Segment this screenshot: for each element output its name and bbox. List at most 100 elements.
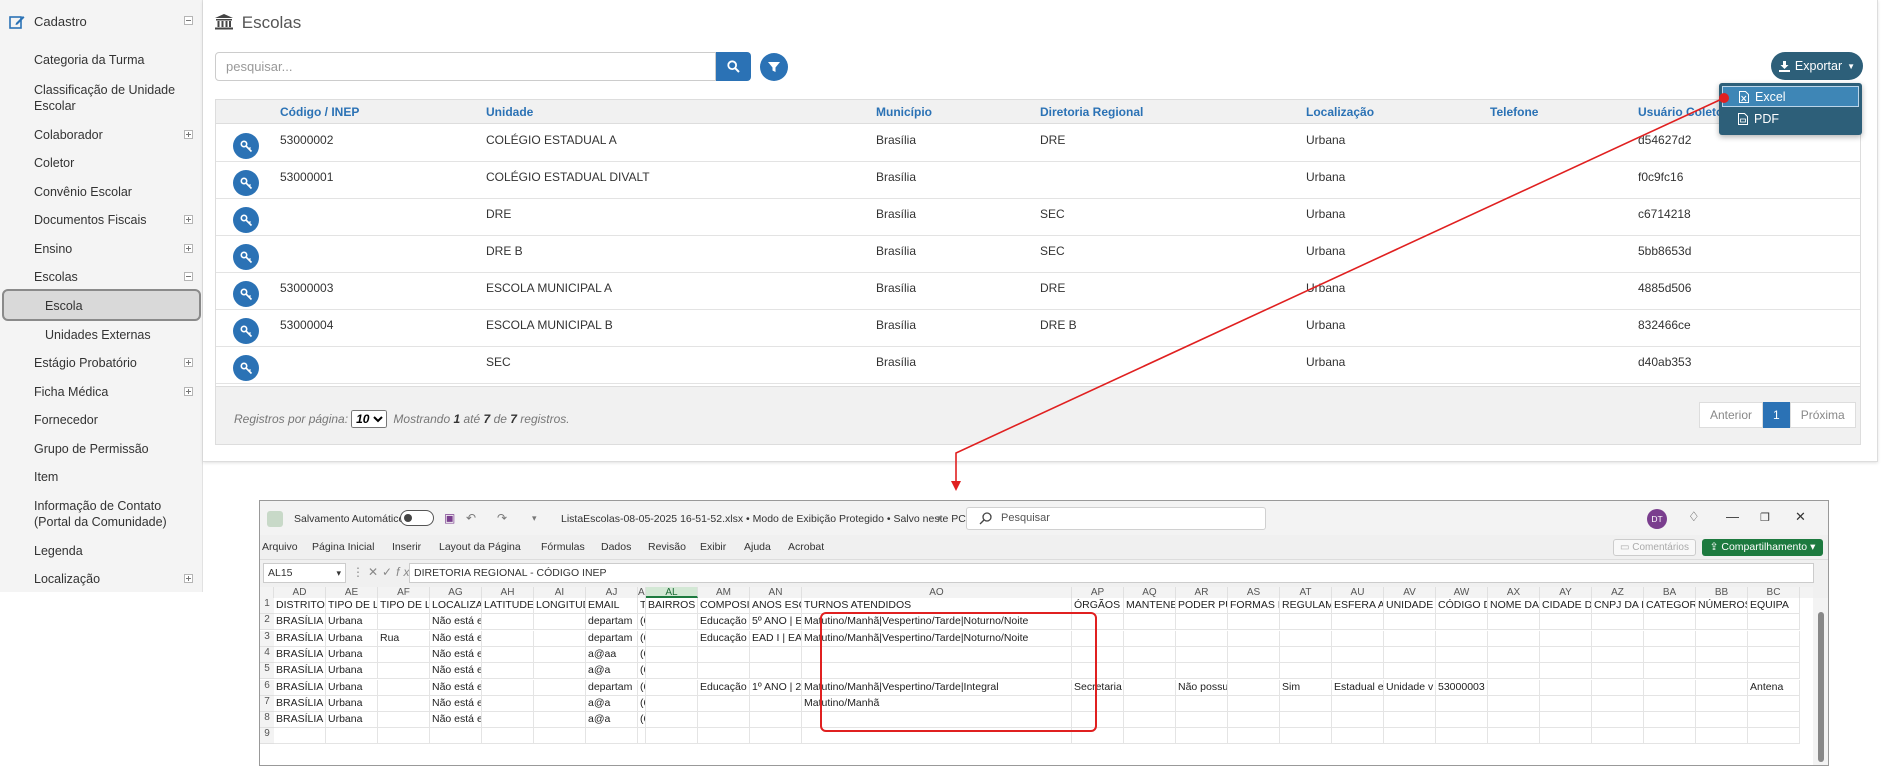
sheet-cell[interactable]	[1748, 647, 1800, 663]
sidebar-item-categoria-da-turma[interactable]: Categoria da Turma	[0, 52, 203, 68]
table-row[interactable]: 53000003 ESCOLA MUNICIPAL A Brasília DRE…	[216, 273, 1860, 310]
sheet-cell[interactable]	[378, 680, 430, 696]
sheet-cell[interactable]	[378, 663, 430, 679]
row-header[interactable]: 8	[260, 712, 274, 728]
name-box[interactable]: AL15 ▾	[263, 563, 346, 583]
sheet-cell[interactable]	[1748, 696, 1800, 712]
column-header-usuario[interactable]: Usuário Coletor	[1638, 105, 1728, 119]
sheet-cell[interactable]: REGULAME	[1280, 598, 1332, 614]
sheet-cell[interactable]	[698, 647, 750, 663]
sheet-cell[interactable]	[646, 647, 698, 663]
row-header[interactable]: 5	[260, 663, 274, 679]
sheet-cell[interactable]: BRASÍLIA	[274, 647, 326, 663]
sheet-cell[interactable]: (6	[638, 680, 646, 696]
column-header[interactable]: AE	[326, 587, 378, 598]
column-header[interactable]	[260, 587, 274, 598]
sheet-cell[interactable]	[1436, 728, 1488, 744]
sheet-cell[interactable]	[1280, 728, 1332, 744]
minimize-icon[interactable]: —	[1726, 509, 1739, 524]
sheet-cell[interactable]	[1280, 712, 1332, 728]
sheet-cell[interactable]	[1332, 696, 1384, 712]
filter-button[interactable]	[760, 53, 788, 81]
sheet-cell[interactable]	[1124, 712, 1176, 728]
sheet-cell[interactable]	[646, 680, 698, 696]
sidebar-item-informacao-contato[interactable]: Informação de Contato (Portal da Comunid…	[0, 498, 203, 530]
sheet-cell[interactable]	[1384, 631, 1436, 647]
sheet-cell[interactable]: Não está e	[430, 631, 482, 647]
filename-chevron-icon[interactable]: ▾	[937, 513, 942, 524]
sheet-cell[interactable]	[1644, 696, 1696, 712]
sheet-cell[interactable]	[1696, 631, 1748, 647]
sheet-cell[interactable]	[1488, 631, 1540, 647]
sheet-cell[interactable]: TIPO DE LO	[326, 598, 378, 614]
collapse-icon[interactable]	[184, 16, 193, 25]
sheet-cell[interactable]: a@a	[586, 696, 638, 712]
sheet-cell[interactable]	[1644, 663, 1696, 679]
sheet-cell[interactable]	[646, 631, 698, 647]
sheet-cell[interactable]: Rua	[378, 631, 430, 647]
sheet-cell[interactable]: a@aa	[586, 647, 638, 663]
sheet-cell[interactable]	[1748, 614, 1800, 630]
sheet-cell[interactable]: NÚMEROS	[1696, 598, 1748, 614]
sheet-cell[interactable]	[1696, 728, 1748, 744]
sheet-cell[interactable]	[482, 712, 534, 728]
formula-input[interactable]: DIRETORIA REGIONAL - CÓDIGO INEP	[409, 563, 1814, 583]
sheet-cell[interactable]	[1176, 631, 1228, 647]
sidebar-item-grupo-de-permissao[interactable]: Grupo de Permissão	[0, 441, 203, 457]
sheet-cell[interactable]	[430, 728, 482, 744]
sheet-cell[interactable]	[378, 696, 430, 712]
column-header-municipio[interactable]: Município	[876, 105, 932, 119]
sheet-cell[interactable]: Unidade v	[1384, 680, 1436, 696]
sheet-cell[interactable]: departam	[586, 614, 638, 630]
sheet-cell[interactable]	[1124, 614, 1176, 630]
sheet-cell[interactable]	[1644, 631, 1696, 647]
sheet-cell[interactable]: Não está e	[430, 647, 482, 663]
column-header[interactable]: AL	[646, 587, 698, 598]
sheet-cell[interactable]	[326, 728, 378, 744]
sheet-cell[interactable]	[1228, 712, 1280, 728]
tab-dados[interactable]: Dados	[601, 541, 631, 553]
sheet-cell[interactable]: (6	[638, 647, 646, 663]
export-button[interactable]: Exportar ▼	[1771, 52, 1863, 80]
column-header[interactable]: AZ	[1592, 587, 1644, 598]
sheet-cell[interactable]	[1540, 696, 1592, 712]
sheet-cell[interactable]: Urbana	[326, 663, 378, 679]
sheet-cell[interactable]	[1540, 647, 1592, 663]
column-header[interactable]: AT	[1280, 587, 1332, 598]
sheet-cell[interactable]	[1488, 614, 1540, 630]
column-header[interactable]: AW	[1436, 587, 1488, 598]
column-header[interactable]: AI	[534, 587, 586, 598]
sheet-cell[interactable]	[1748, 631, 1800, 647]
sheet-cell[interactable]	[1540, 614, 1592, 630]
expand-icon[interactable]	[184, 244, 193, 253]
column-header-unidade[interactable]: Unidade	[486, 105, 533, 119]
sheet-cell[interactable]	[1280, 663, 1332, 679]
sheet-cell[interactable]	[646, 663, 698, 679]
sheet-cell[interactable]	[274, 728, 326, 744]
sheet-cell[interactable]	[1124, 728, 1176, 744]
sheet-cell[interactable]	[1228, 647, 1280, 663]
sheet-cell[interactable]	[1488, 696, 1540, 712]
sheet-cell[interactable]	[482, 728, 534, 744]
search-input[interactable]	[215, 52, 716, 81]
sheet-cell[interactable]	[1124, 663, 1176, 679]
row-header[interactable]: 9	[260, 728, 274, 744]
sheet-cell[interactable]	[1124, 647, 1176, 663]
sheet-cell[interactable]	[1384, 712, 1436, 728]
user-avatar[interactable]: DT	[1647, 509, 1667, 529]
row-header[interactable]: 3	[260, 631, 274, 647]
column-header[interactable]: AX	[1488, 587, 1540, 598]
sheet-cell[interactable]: Sim	[1280, 680, 1332, 696]
sheet-cell[interactable]: TIPO DE LO	[378, 598, 430, 614]
sheet-cell[interactable]	[1280, 631, 1332, 647]
sidebar-item-localizacao[interactable]: Localização	[0, 571, 203, 587]
tab-acrobat[interactable]: Acrobat	[788, 541, 824, 553]
tab-arquivo[interactable]: Arquivo	[262, 541, 298, 553]
sheet-cell[interactable]: NOME DA	[1488, 598, 1540, 614]
sheet-cell[interactable]: Educação	[698, 631, 750, 647]
sheet-cell[interactable]	[698, 712, 750, 728]
sheet-cell[interactable]	[1644, 647, 1696, 663]
sheet-cell[interactable]	[1332, 712, 1384, 728]
sheet-cell[interactable]	[1488, 712, 1540, 728]
column-header[interactable]: AN	[750, 587, 802, 598]
